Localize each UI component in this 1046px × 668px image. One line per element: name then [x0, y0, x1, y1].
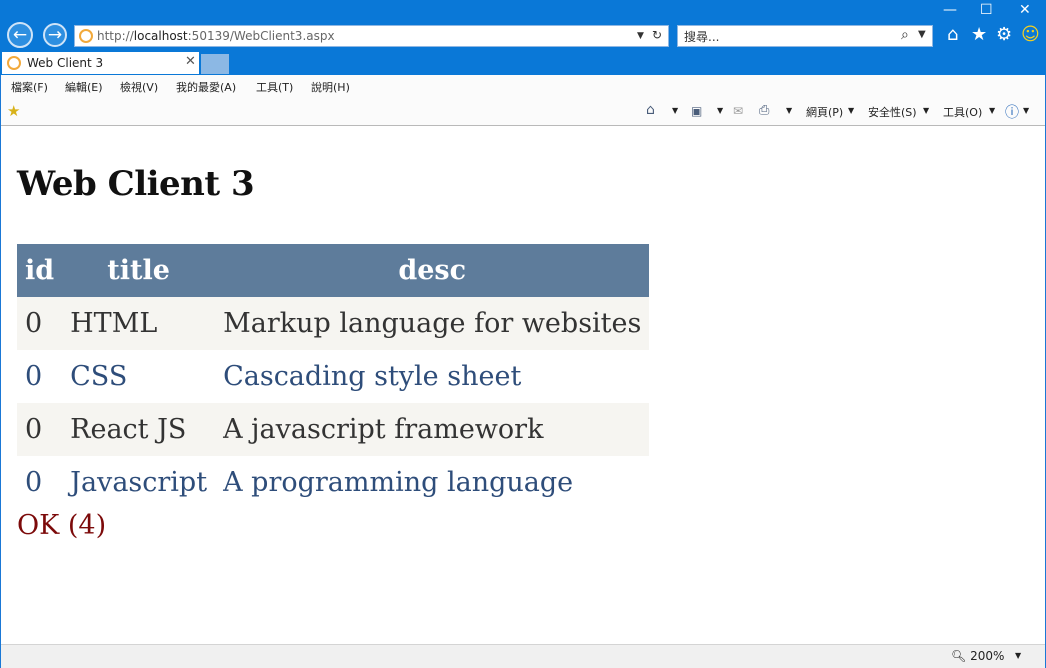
menu-favorites[interactable]: 我的最愛(A)	[176, 79, 236, 95]
page-title: Web Client 3	[17, 164, 255, 204]
status-message: OK (4)	[17, 510, 107, 541]
column-header-title: title	[62, 244, 216, 297]
menu-file[interactable]: 檔案(F)	[11, 79, 48, 95]
settings-gear-icon[interactable]: ⚙	[996, 24, 1012, 45]
table-row: 0 Javascript A programming language	[17, 456, 650, 509]
close-icon[interactable]: ✕	[1019, 2, 1031, 18]
table-row: 0 HTML Markup language for websites	[17, 297, 650, 350]
safety-menu[interactable]: 安全性(S)	[868, 104, 917, 120]
add-to-favorites-bar-icon[interactable]: ★	[7, 102, 20, 120]
minimize-icon[interactable]: —	[943, 2, 957, 18]
page-content: Web Client 3 id title desc 0 HTML Markup…	[1, 126, 1045, 644]
tab-web-client-3[interactable]: Web Client 3 ✕	[2, 52, 199, 74]
search-input[interactable]: 搜尋...	[684, 28, 719, 45]
tools-menu[interactable]: 工具(O)	[943, 104, 982, 120]
forward-button[interactable]: →	[43, 23, 67, 47]
help-dropdown-icon[interactable]: ▼	[1023, 106, 1029, 115]
feeds-icon[interactable]: ▣	[691, 104, 702, 118]
zoom-dropdown-icon[interactable]: ▼	[1015, 651, 1021, 660]
tab-label: Web Client 3	[27, 56, 104, 70]
cell-title: HTML	[62, 297, 216, 350]
print-icon[interactable]: ⎙	[759, 103, 769, 118]
feeds-dropdown-icon[interactable]: ▼	[717, 106, 723, 115]
favorites-star-icon[interactable]: ★	[971, 24, 987, 45]
cell-id: 0	[17, 403, 63, 456]
menu-view[interactable]: 檢視(V)	[120, 79, 158, 95]
table-row: 0 React JS A javascript framework	[17, 403, 650, 456]
column-header-id: id	[17, 244, 63, 297]
menu-edit[interactable]: 編輯(E)	[65, 79, 103, 95]
url-text: http://localhost:50139/WebClient3.aspx	[97, 29, 335, 43]
back-button[interactable]: ←	[7, 22, 33, 48]
tools-dropdown-icon[interactable]: ▼	[989, 106, 995, 115]
page-dropdown-icon[interactable]: ▼	[848, 106, 854, 115]
mail-icon[interactable]: ✉	[733, 104, 743, 118]
address-dropdown-icon[interactable]: ▼	[637, 31, 644, 41]
table-row: 0 CSS Cascading style sheet	[17, 350, 650, 403]
zoom-level[interactable]: 🔍︎ 200%	[951, 649, 1004, 663]
cell-title: React JS	[62, 403, 216, 456]
cell-title: Javascript	[62, 456, 216, 509]
tab-close-icon[interactable]: ✕	[185, 54, 196, 69]
search-box[interactable]: 搜尋... ⌕ ▼	[677, 25, 933, 47]
menu-help[interactable]: 說明(H)	[311, 79, 350, 95]
cell-desc: Cascading style sheet	[215, 350, 650, 403]
refresh-icon[interactable]: ↻	[652, 28, 662, 42]
cell-id: 0	[17, 456, 63, 509]
print-dropdown-icon[interactable]: ▼	[786, 106, 792, 115]
cell-id: 0	[17, 350, 63, 403]
cell-desc: Markup language for websites	[215, 297, 650, 350]
smiley-feedback-icon[interactable]: ☺	[1021, 24, 1040, 45]
page-menu[interactable]: 網頁(P)	[806, 104, 843, 120]
maximize-icon[interactable]: ☐	[980, 2, 993, 18]
command-bar: ★ ⌂ ▼ ▣ ▼ ✉ ⎙ ▼ 網頁(P) ▼ 安全性(S) ▼ 工具(O) ▼…	[1, 98, 1045, 126]
zoom-value: 200%	[970, 649, 1005, 663]
home-icon[interactable]: ⌂	[947, 24, 958, 45]
ie-tab-icon	[7, 56, 21, 70]
search-icon[interactable]: ⌕	[901, 27, 909, 43]
items-table: id title desc 0 HTML Markup language for…	[17, 244, 650, 509]
table-header-row: id title desc	[17, 244, 650, 297]
search-dropdown-icon[interactable]: ▼	[918, 29, 926, 40]
menu-tools[interactable]: 工具(T)	[256, 79, 293, 95]
tab-strip: Web Client 3 ✕	[0, 52, 1046, 75]
address-bar[interactable]: http://localhost:50139/WebClient3.aspx ▼…	[74, 25, 669, 47]
cell-title: CSS	[62, 350, 216, 403]
cell-id: 0	[17, 297, 63, 350]
menu-bar: 檔案(F) 編輯(E) 檢視(V) 我的最愛(A) 工具(T) 說明(H)	[1, 75, 1045, 98]
status-bar: 🔍︎ 200% ▼	[1, 644, 1045, 668]
new-tab-button[interactable]	[201, 54, 229, 74]
home-dropdown-icon[interactable]: ▼	[672, 106, 678, 115]
column-header-desc: desc	[215, 244, 650, 297]
title-bar: — ☐ ✕ ← → http://localhost:50139/WebClie…	[0, 0, 1046, 52]
cell-desc: A javascript framework	[215, 403, 650, 456]
home-command-icon[interactable]: ⌂	[646, 102, 655, 118]
cell-desc: A programming language	[215, 456, 650, 509]
safety-dropdown-icon[interactable]: ▼	[923, 106, 929, 115]
ie-page-icon	[79, 29, 93, 43]
help-icon[interactable]: ⓘ	[1005, 102, 1019, 122]
